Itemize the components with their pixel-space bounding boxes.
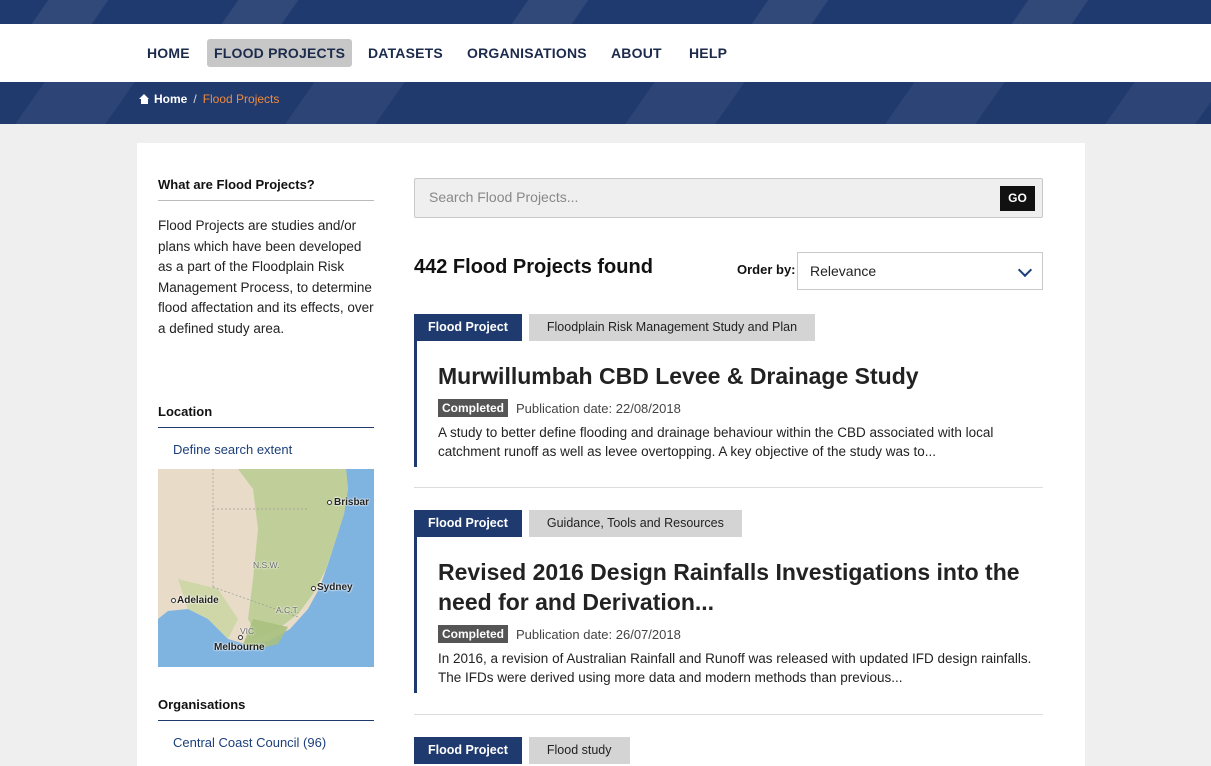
breadcrumb: Home / Flood Projects <box>139 92 279 106</box>
map-label-act: A.C.T. <box>276 605 300 615</box>
result-category-tag[interactable]: Floodplain Risk Management Study and Pla… <box>528 314 816 341</box>
publication-date: Publication date: 26/07/2018 <box>516 626 681 642</box>
result-type-tag[interactable]: Flood Project <box>414 737 522 764</box>
nav-organisations[interactable]: ORGANISATIONS <box>460 39 594 67</box>
result-divider <box>414 487 1043 488</box>
search-bar: GO <box>414 178 1043 218</box>
map-label-vic: VIC <box>240 626 255 636</box>
result-description: A study to better define flooding and dr… <box>438 425 994 459</box>
define-extent-link[interactable]: Define search extent <box>173 442 292 457</box>
result-card: Flood Project Flood study <box>414 737 1043 764</box>
header-banner <box>0 0 1211 24</box>
result-tags: Flood Project Guidance, Tools and Resour… <box>414 510 1043 537</box>
search-go-button[interactable]: GO <box>1000 186 1035 211</box>
chevron-down-icon <box>1017 262 1033 278</box>
result-body: Revised 2016 Design Rainfalls Investigat… <box>414 537 1043 693</box>
nav-home[interactable]: HOME <box>140 39 197 67</box>
main-nav: HOME FLOOD PROJECTS DATASETS ORGANISATIO… <box>0 24 1211 82</box>
map-marker-adelaide <box>171 598 176 603</box>
location-map[interactable]: Brisbar N.S.W. Sydney Adelaide A.C.T. VI… <box>158 469 374 667</box>
map-marker-brisbane <box>327 500 332 505</box>
result-title[interactable]: Murwillumbah CBD Levee & Drainage Study <box>438 361 1043 391</box>
about-heading: What are Flood Projects? <box>158 177 374 201</box>
result-meta: Completed Publication date: 26/07/2018 <box>438 625 1043 643</box>
status-badge: Completed <box>438 399 509 417</box>
breadcrumb-separator: / <box>193 92 197 106</box>
organisation-item[interactable]: Central Coast Council (96) <box>173 735 326 750</box>
result-category-tag[interactable]: Flood study <box>528 737 630 764</box>
result-tags: Flood Project Floodplain Risk Management… <box>414 314 1043 341</box>
result-card: Flood Project Floodplain Risk Management… <box>414 314 1043 467</box>
breadcrumb-home[interactable]: Home <box>154 92 187 106</box>
breadcrumb-current: Flood Projects <box>202 92 280 106</box>
result-type-tag[interactable]: Flood Project <box>414 314 522 341</box>
map-label-sydney: Sydney <box>317 582 353 593</box>
publication-date: Publication date: 22/08/2018 <box>516 400 681 416</box>
order-by-select[interactable]: Relevance <box>797 252 1043 290</box>
results-count: 442 Flood Projects found <box>414 256 653 278</box>
search-input[interactable] <box>429 189 989 205</box>
status-badge: Completed <box>438 625 509 643</box>
map-label-brisbane: Brisbar <box>334 497 370 508</box>
result-divider <box>414 714 1043 715</box>
breadcrumb-banner: Home / Flood Projects <box>0 82 1211 124</box>
nav-help[interactable]: HELP <box>682 39 734 67</box>
map-marker-sydney <box>311 586 316 591</box>
home-icon[interactable] <box>139 94 150 104</box>
order-by-label: Order by: <box>737 262 796 277</box>
location-heading: Location <box>158 404 374 428</box>
order-by-value: Relevance <box>810 263 877 279</box>
nav-flood-projects[interactable]: FLOOD PROJECTS <box>207 39 353 67</box>
map-label-nsw: N.S.W. <box>253 560 280 570</box>
map-marker-melbourne <box>238 635 243 640</box>
nav-datasets[interactable]: DATASETS <box>361 39 450 67</box>
result-card: Flood Project Guidance, Tools and Resour… <box>414 510 1043 693</box>
result-title[interactable]: Revised 2016 Design Rainfalls Investigat… <box>438 557 1043 617</box>
result-body: Murwillumbah CBD Levee & Drainage Study … <box>414 341 1043 467</box>
result-tags: Flood Project Flood study <box>414 737 1043 764</box>
nav-about[interactable]: ABOUT <box>604 39 669 67</box>
result-meta: Completed Publication date: 22/08/2018 <box>438 399 1043 417</box>
result-description: In 2016, a revision of Australian Rainfa… <box>438 651 1032 685</box>
map-label-melbourne: Melbourne <box>214 642 265 653</box>
result-category-tag[interactable]: Guidance, Tools and Resources <box>528 510 742 537</box>
about-text: Flood Projects are studies and/or plans … <box>158 218 374 336</box>
organisations-heading: Organisations <box>158 697 374 721</box>
result-type-tag[interactable]: Flood Project <box>414 510 522 537</box>
map-label-adelaide: Adelaide <box>177 595 219 606</box>
